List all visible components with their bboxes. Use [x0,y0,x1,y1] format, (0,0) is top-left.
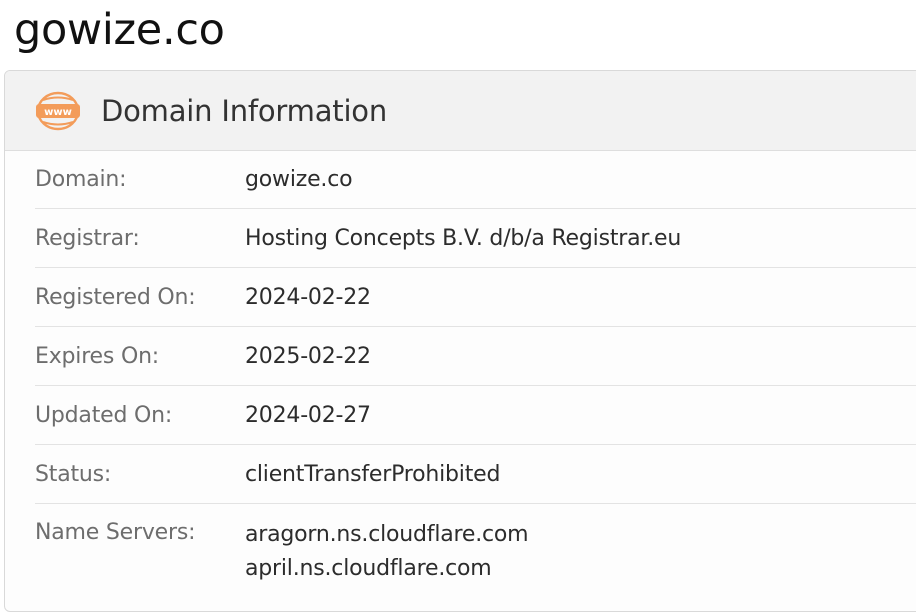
name-server: april.ns.cloudflare.com [245,556,492,581]
field-value: 2024-02-22 [245,284,371,310]
field-label: Registered On: [35,284,196,310]
card-title: Domain Information [101,93,388,128]
card-header: www Domain Information [5,71,916,151]
www-globe-icon: www [36,91,80,130]
field-label: Registrar: [35,225,140,251]
row-updated-on: Updated On: 2024-02-27 [35,386,916,445]
field-value: gowize.co [245,167,353,192]
field-value: Hosting Concepts B.V. d/b/a Registrar.eu [245,225,682,251]
domain-information-card: www Domain Information Domain: gowize.co… [4,70,916,612]
row-expires-on: Expires On: 2025-02-22 [35,327,916,386]
name-server-list: aragorn.ns.cloudflare.com april.ns.cloud… [245,518,529,586]
field-value: clientTransferProhibited [245,461,501,487]
domain-info-table: Domain: gowize.co Registrar: Hosting Con… [5,151,916,586]
field-label: Name Servers: [35,520,196,545]
page-title: gowize.co [14,5,225,55]
field-value: 2024-02-27 [245,402,371,428]
row-domain: Domain: gowize.co [35,151,916,209]
row-registrar: Registrar: Hosting Concepts B.V. d/b/a R… [35,209,916,268]
row-registered-on: Registered On: 2024-02-22 [35,268,916,327]
row-status: Status: clientTransferProhibited [35,445,916,504]
field-value: 2025-02-22 [245,343,371,369]
name-server: aragorn.ns.cloudflare.com [245,522,529,547]
field-label: Updated On: [35,402,173,428]
field-label: Domain: [35,167,127,192]
field-label: Expires On: [35,343,160,369]
field-label: Status: [35,461,112,487]
svg-text:www: www [44,107,72,118]
row-name-servers: Name Servers: aragorn.ns.cloudflare.com … [35,504,916,586]
